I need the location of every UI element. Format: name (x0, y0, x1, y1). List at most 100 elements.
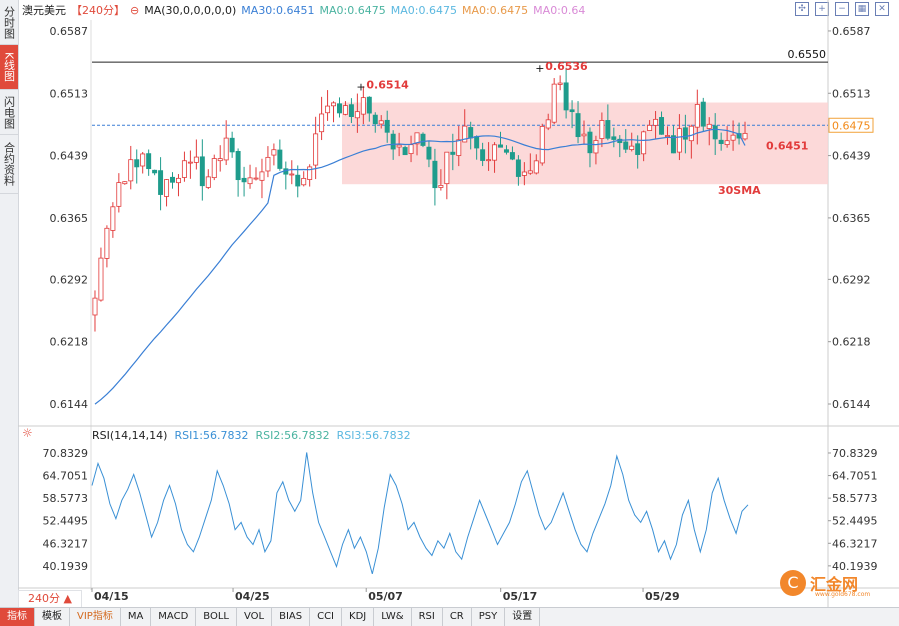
candle-body-102 (700, 101, 706, 127)
candle-body-18 (199, 156, 205, 187)
bottom-tab-11[interactable]: RSI (412, 608, 443, 626)
bottom-tab-7[interactable]: BIAS (272, 608, 311, 626)
bottom-tab-12[interactable]: CR (443, 608, 472, 626)
candle-body-90 (629, 145, 635, 150)
price-tick-right-5: 0.6218 (832, 336, 871, 349)
candle-body-70 (509, 152, 515, 160)
candle-body-67 (492, 144, 498, 161)
rsi-settings-icon: ☼ (22, 426, 33, 440)
candle-body-87 (611, 136, 617, 140)
price-tick-right-1: 0.6513 (832, 87, 871, 100)
price-tick-right-4: 0.6292 (832, 273, 871, 286)
candle-body-95 (659, 117, 665, 135)
candle-body-71 (515, 159, 521, 177)
annotation-3: 30SMA (718, 184, 761, 197)
candle-body-105 (718, 139, 724, 145)
x-tick-1: 04/25 (235, 590, 270, 603)
candle-body-31 (277, 149, 283, 169)
candle-body-22 (223, 137, 229, 161)
price-tick-right-3: 0.6365 (832, 212, 871, 225)
x-tick-0: 04/15 (94, 590, 129, 603)
bottom-tab-3[interactable]: MA (121, 608, 152, 626)
price-tick-left-3: 0.6365 (50, 212, 89, 225)
x-tick-4: 05/29 (645, 590, 680, 603)
candle-body-2 (104, 227, 110, 259)
candle-body-8 (140, 153, 146, 167)
candle-body-47 (372, 114, 378, 125)
candle-body-84 (593, 140, 599, 154)
bottom-tab-1[interactable]: 模板 (35, 608, 70, 626)
candle-body-20 (211, 158, 217, 179)
rsi-name: RSI(14,14,14) (92, 429, 168, 442)
price-tick-right-0: 0.6587 (832, 25, 871, 38)
rsi-tick-right-2: 58.5773 (832, 492, 878, 505)
candle-body-104 (712, 125, 718, 140)
rsi1-label: RSI1:56.7832 (174, 429, 249, 442)
candle-body-10 (152, 169, 158, 174)
rsi-tick-left-3: 52.4495 (43, 515, 89, 528)
price-tick-left-6: 0.6144 (50, 398, 89, 411)
annotation-0: 0.6514 (366, 78, 409, 91)
candle-body-14 (175, 177, 181, 184)
candle-body-76 (545, 119, 551, 129)
candle-body-98 (676, 128, 682, 153)
period-selector[interactable]: 240分 ▲ (18, 590, 82, 608)
candle-body-100 (688, 125, 694, 142)
candle-body-83 (587, 131, 593, 154)
candle-body-9 (146, 153, 152, 170)
bottom-tab-0[interactable]: 指标 (0, 608, 35, 626)
resistance-label: 0.6550 (788, 48, 827, 61)
candle-body-94 (653, 118, 659, 126)
candle-body-107 (730, 134, 736, 141)
candle-body-48 (378, 120, 384, 125)
bottom-tab-5[interactable]: BOLL (196, 608, 237, 626)
price-tick-left-4: 0.6292 (50, 273, 89, 286)
bottom-tab-9[interactable]: KDJ (342, 608, 375, 626)
candle-body-57 (432, 160, 438, 189)
candle-body-77 (551, 83, 557, 123)
candle-body-72 (521, 171, 527, 176)
candle-body-28 (259, 171, 265, 181)
candle-body-16 (187, 161, 193, 164)
price-tick-left-5: 0.6218 (50, 336, 89, 349)
candle-body-0 (92, 297, 98, 316)
candle-body-24 (235, 150, 241, 181)
candle-body-27 (253, 177, 259, 180)
candle-body-80 (569, 109, 575, 113)
candle-body-44 (354, 111, 360, 119)
candle-body-101 (694, 104, 700, 128)
candle-body-45 (360, 97, 366, 115)
rsi2-label: RSI2:56.7832 (255, 429, 330, 442)
candle-body-75 (539, 126, 545, 164)
bottom-tab-13[interactable]: PSY (472, 608, 506, 626)
candle-body-106 (724, 140, 730, 145)
candle-body-4 (116, 182, 122, 207)
bottom-tab-8[interactable]: CCI (310, 608, 343, 626)
bottom-tab-10[interactable]: LW& (374, 608, 412, 626)
candle-body-12 (164, 179, 170, 197)
candle-body-60 (450, 151, 456, 155)
rsi-tick-left-0: 70.8329 (43, 447, 89, 460)
bottom-tab-14[interactable]: 设置 (505, 608, 541, 626)
bottom-tab-2[interactable]: VIP指标 (70, 608, 121, 626)
high-marker-0: + (356, 80, 365, 93)
rsi-legend: RSI(14,14,14) RSI1:56.7832 RSI2:56.7832 … (92, 429, 411, 442)
candle-body-23 (229, 137, 235, 153)
candle-body-63 (468, 127, 474, 139)
candle-body-91 (635, 143, 641, 155)
rsi-tick-right-0: 70.8329 (832, 447, 878, 460)
candle-body-26 (247, 177, 253, 185)
candle-body-17 (193, 156, 199, 163)
candle-body-61 (456, 139, 462, 156)
candle-body-68 (498, 144, 503, 148)
candle-body-78 (557, 82, 563, 85)
candle-body-85 (599, 120, 605, 139)
candle-body-39 (325, 105, 331, 114)
candle-body-3 (110, 206, 116, 231)
candle-body-79 (563, 82, 569, 111)
candle-body-13 (170, 176, 175, 183)
bottom-tab-6[interactable]: VOL (237, 608, 273, 626)
rsi-line (91, 452, 749, 575)
bottom-tab-4[interactable]: MACD (151, 608, 197, 626)
candle-body-82 (581, 133, 587, 137)
